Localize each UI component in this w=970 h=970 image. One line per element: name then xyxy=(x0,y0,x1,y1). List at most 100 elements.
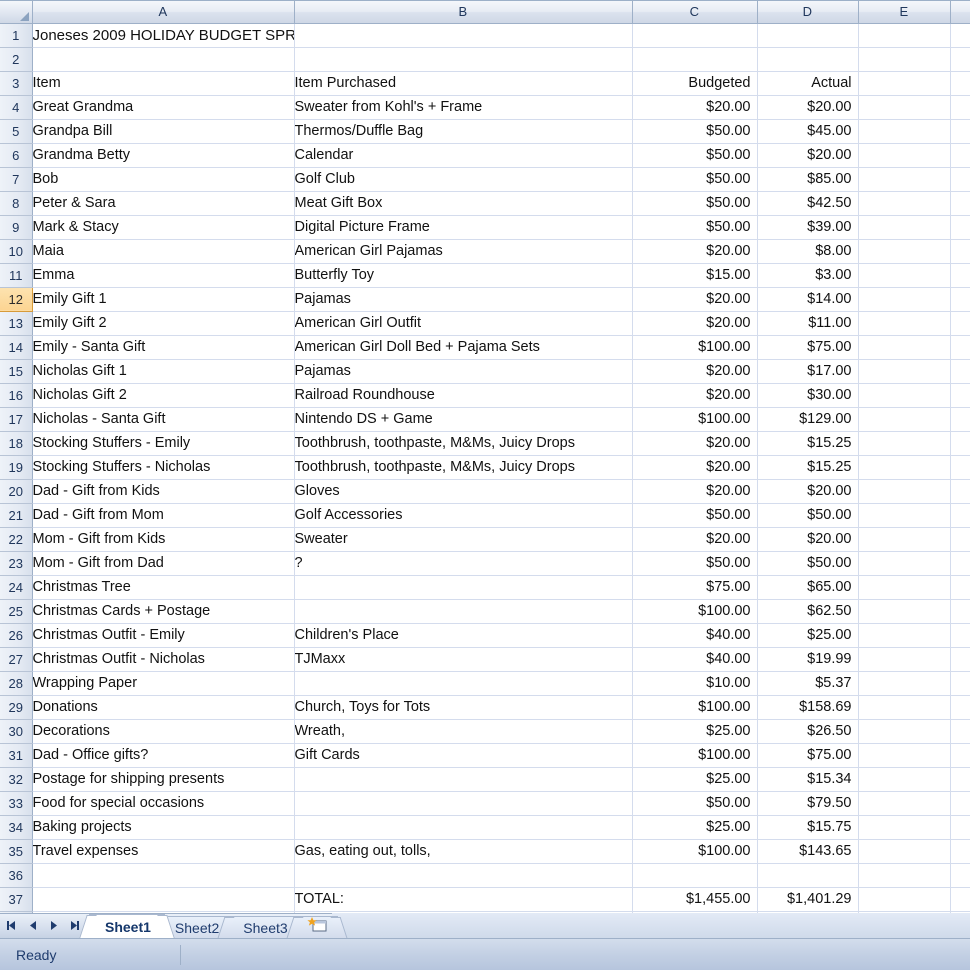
cell-F1[interactable] xyxy=(950,23,970,47)
cell-F7[interactable] xyxy=(950,167,970,191)
cell-D13[interactable]: $11.00 xyxy=(757,311,858,335)
cell-D14[interactable]: $75.00 xyxy=(757,335,858,359)
next-sheet-icon[interactable] xyxy=(47,918,60,934)
cell-E27[interactable] xyxy=(858,647,950,671)
cell-A33[interactable]: Food for special occasions xyxy=(32,791,294,815)
cell-C21[interactable]: $50.00 xyxy=(632,503,757,527)
cell-C31[interactable]: $100.00 xyxy=(632,743,757,767)
row-header-37[interactable]: 37 xyxy=(0,887,32,911)
cell-C10[interactable]: $20.00 xyxy=(632,239,757,263)
cell-D23[interactable]: $50.00 xyxy=(757,551,858,575)
row-header-13[interactable]: 13 xyxy=(0,311,32,335)
cell-F9[interactable] xyxy=(950,215,970,239)
cell-A25[interactable]: Christmas Cards + Postage xyxy=(32,599,294,623)
cell-A28[interactable]: Wrapping Paper xyxy=(32,671,294,695)
cell-C20[interactable]: $20.00 xyxy=(632,479,757,503)
cell-E4[interactable] xyxy=(858,95,950,119)
cell-E20[interactable] xyxy=(858,479,950,503)
cell-B16[interactable]: Railroad Roundhouse xyxy=(294,383,632,407)
cell-B11[interactable]: Butterfly Toy xyxy=(294,263,632,287)
cell-A13[interactable]: Emily Gift 2 xyxy=(32,311,294,335)
cell-A35[interactable]: Travel expenses xyxy=(32,839,294,863)
previous-sheet-icon[interactable] xyxy=(26,918,39,934)
cell-F14[interactable] xyxy=(950,335,970,359)
select-all-corner[interactable] xyxy=(0,1,32,23)
cell-A27[interactable]: Christmas Outfit - Nicholas xyxy=(32,647,294,671)
cell-D27[interactable]: $19.99 xyxy=(757,647,858,671)
cell-B21[interactable]: Golf Accessories xyxy=(294,503,632,527)
cell-F20[interactable] xyxy=(950,479,970,503)
row-header-4[interactable]: 4 xyxy=(0,95,32,119)
column-header-c[interactable]: C xyxy=(632,1,757,23)
cell-D29[interactable]: $158.69 xyxy=(757,695,858,719)
cell-C33[interactable]: $50.00 xyxy=(632,791,757,815)
cell-A21[interactable]: Dad - Gift from Mom xyxy=(32,503,294,527)
cell-D4[interactable]: $20.00 xyxy=(757,95,858,119)
cell-E1[interactable] xyxy=(858,23,950,47)
row-header-21[interactable]: 21 xyxy=(0,503,32,527)
cell-D22[interactable]: $20.00 xyxy=(757,527,858,551)
cell-E6[interactable] xyxy=(858,143,950,167)
cell-E19[interactable] xyxy=(858,455,950,479)
cell-B22[interactable]: Sweater xyxy=(294,527,632,551)
row-header-17[interactable]: 17 xyxy=(0,407,32,431)
cell-C32[interactable]: $25.00 xyxy=(632,767,757,791)
cell-D36[interactable] xyxy=(757,863,858,887)
cell-D32[interactable]: $15.34 xyxy=(757,767,858,791)
cell-B18[interactable]: Toothbrush, toothpaste, M&Ms, Juicy Drop… xyxy=(294,431,632,455)
cell-C37[interactable]: $1,455.00 xyxy=(632,887,757,911)
row-header-3[interactable]: 3 xyxy=(0,71,32,95)
cell-F18[interactable] xyxy=(950,431,970,455)
cell-B19[interactable]: Toothbrush, toothpaste, M&Ms, Juicy Drop… xyxy=(294,455,632,479)
cell-C12[interactable]: $20.00 xyxy=(632,287,757,311)
cell-E15[interactable] xyxy=(858,359,950,383)
cell-C7[interactable]: $50.00 xyxy=(632,167,757,191)
row-header-28[interactable]: 28 xyxy=(0,671,32,695)
row-header-27[interactable]: 27 xyxy=(0,647,32,671)
cell-B35[interactable]: Gas, eating out, tolls, xyxy=(294,839,632,863)
cell-F8[interactable] xyxy=(950,191,970,215)
row-header-18[interactable]: 18 xyxy=(0,431,32,455)
cell-C4[interactable]: $20.00 xyxy=(632,95,757,119)
cell-C29[interactable]: $100.00 xyxy=(632,695,757,719)
cell-F33[interactable] xyxy=(950,791,970,815)
cell-B24[interactable] xyxy=(294,575,632,599)
row-header-2[interactable]: 2 xyxy=(0,47,32,71)
cell-A18[interactable]: Stocking Stuffers - Emily xyxy=(32,431,294,455)
sheet-tab-sheet1[interactable]: Sheet1 xyxy=(89,914,165,938)
cell-F6[interactable] xyxy=(950,143,970,167)
cell-C3[interactable]: Budgeted xyxy=(632,71,757,95)
cell-C19[interactable]: $20.00 xyxy=(632,455,757,479)
insert-worksheet-tab[interactable] xyxy=(296,916,338,938)
cell-B37[interactable]: TOTAL: xyxy=(294,887,632,911)
cell-A15[interactable]: Nicholas Gift 1 xyxy=(32,359,294,383)
cell-D20[interactable]: $20.00 xyxy=(757,479,858,503)
cell-A29[interactable]: Donations xyxy=(32,695,294,719)
row-header-26[interactable]: 26 xyxy=(0,623,32,647)
cell-B20[interactable]: Gloves xyxy=(294,479,632,503)
cell-A6[interactable]: Grandma Betty xyxy=(32,143,294,167)
cell-C36[interactable] xyxy=(632,863,757,887)
cell-A20[interactable]: Dad - Gift from Kids xyxy=(32,479,294,503)
cell-D35[interactable]: $143.65 xyxy=(757,839,858,863)
column-header-b[interactable]: B xyxy=(294,1,632,23)
cell-B32[interactable] xyxy=(294,767,632,791)
cell-F25[interactable] xyxy=(950,599,970,623)
cell-A16[interactable]: Nicholas Gift 2 xyxy=(32,383,294,407)
cell-A3[interactable]: Item xyxy=(32,71,294,95)
cell-F17[interactable] xyxy=(950,407,970,431)
cell-B17[interactable]: Nintendo DS + Game xyxy=(294,407,632,431)
cell-B25[interactable] xyxy=(294,599,632,623)
row-header-7[interactable]: 7 xyxy=(0,167,32,191)
cell-E3[interactable] xyxy=(858,71,950,95)
cell-F36[interactable] xyxy=(950,863,970,887)
cell-C28[interactable]: $10.00 xyxy=(632,671,757,695)
cell-E12[interactable] xyxy=(858,287,950,311)
row-header-33[interactable]: 33 xyxy=(0,791,32,815)
cell-E14[interactable] xyxy=(858,335,950,359)
cell-E33[interactable] xyxy=(858,791,950,815)
first-sheet-icon[interactable] xyxy=(5,918,18,934)
cell-A4[interactable]: Great Grandma xyxy=(32,95,294,119)
cell-F26[interactable] xyxy=(950,623,970,647)
cell-D9[interactable]: $39.00 xyxy=(757,215,858,239)
